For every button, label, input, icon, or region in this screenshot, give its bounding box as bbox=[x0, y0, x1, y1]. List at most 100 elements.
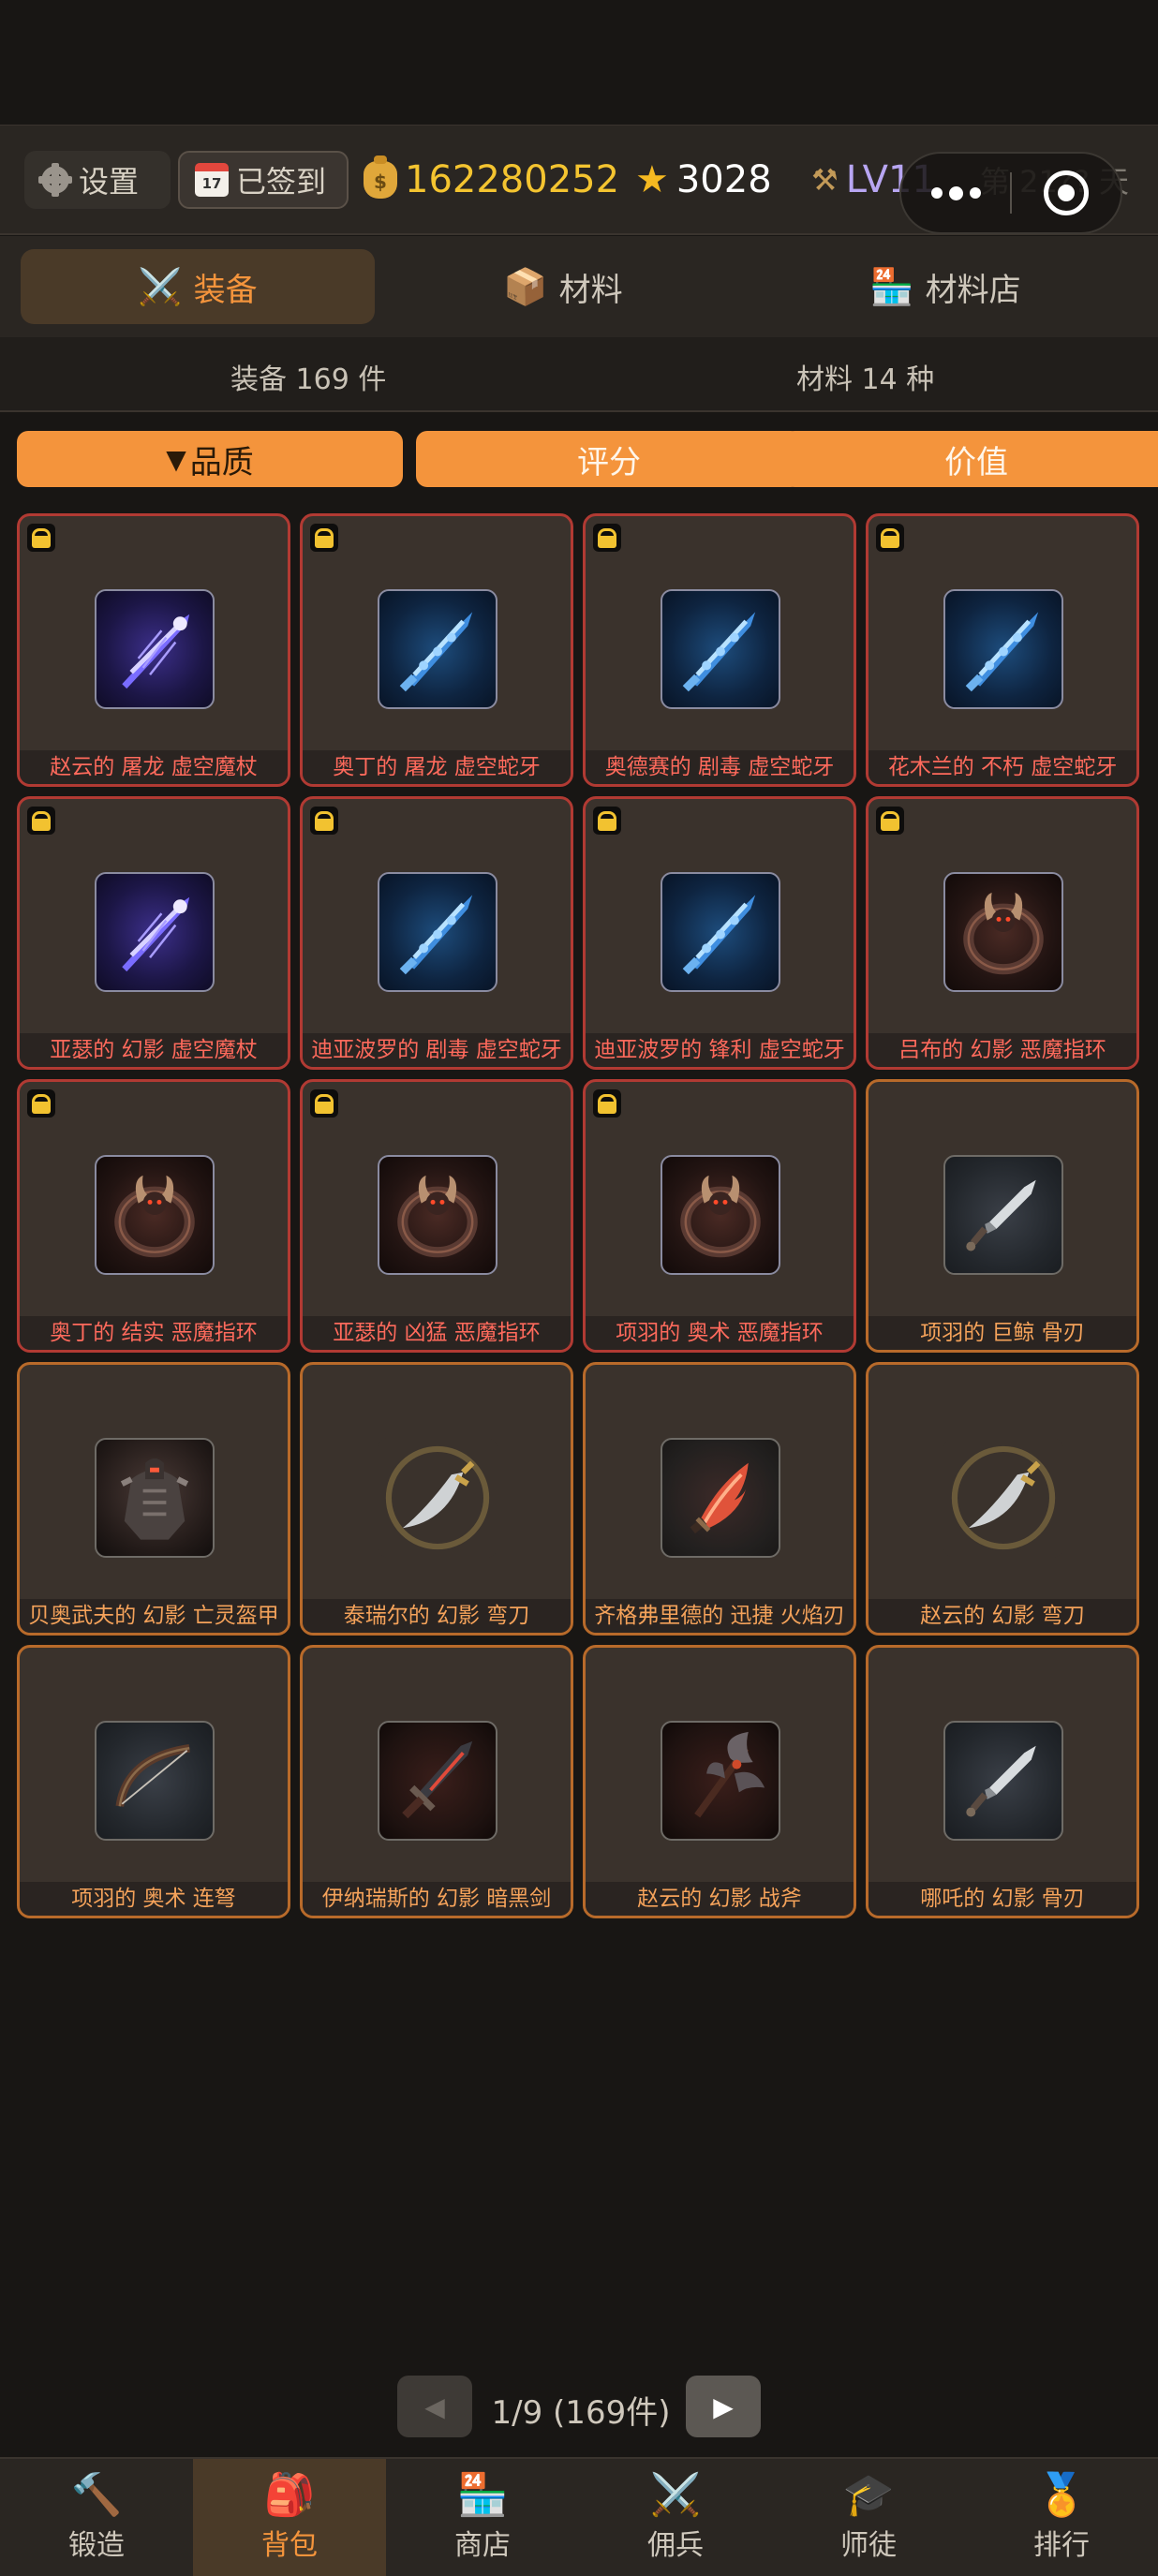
crossed-swords-icon: ⚔️ bbox=[649, 2470, 702, 2519]
category-tabs: ⚔️ 装备 📦 材料 🏪 材料店 bbox=[0, 236, 1158, 337]
nav-backpack[interactable]: 🎒 背包 bbox=[193, 2459, 386, 2576]
item-card[interactable]: 赵云的 屠龙 虚空魔杖 bbox=[17, 513, 290, 787]
item-card[interactable]: 项羽的 奥术 连弩 bbox=[17, 1645, 290, 1918]
close-circle-icon[interactable] bbox=[1012, 170, 1121, 215]
scimitar-icon bbox=[378, 1438, 497, 1558]
tab-materials-label: 材料 bbox=[558, 271, 623, 309]
item-name: 项羽的 奥术 恶魔指环 bbox=[586, 1316, 854, 1350]
settings-button[interactable]: 设置 bbox=[24, 151, 171, 209]
item-card[interactable]: 伊纳瑞斯的 幻影 暗黑剑 bbox=[300, 1645, 573, 1918]
prev-page-button[interactable]: ◀ bbox=[397, 2376, 472, 2437]
checkin-button[interactable]: 17 已签到 bbox=[178, 151, 349, 209]
lock-icon bbox=[593, 1089, 621, 1118]
sort-value-label: 价值 bbox=[944, 443, 1008, 481]
void-fang-icon bbox=[661, 872, 780, 992]
item-name: 迪亚波罗的 锋利 虚空蛇牙 bbox=[586, 1033, 854, 1067]
prev-arrow-icon: ◀ bbox=[424, 2391, 445, 2422]
nav-forge[interactable]: 🔨 锻造 bbox=[0, 2459, 193, 2576]
void-fang-icon bbox=[378, 589, 497, 709]
nav-forge-label: 锻造 bbox=[68, 2528, 125, 2562]
backpack-icon: 🎒 bbox=[263, 2470, 316, 2519]
lock-icon bbox=[27, 1089, 55, 1118]
medal-icon: 🏅 bbox=[1035, 2470, 1088, 2519]
next-arrow-icon: ▶ bbox=[713, 2391, 734, 2422]
battle-axe-icon bbox=[661, 1721, 780, 1841]
sort-score-label: 评分 bbox=[577, 443, 641, 481]
item-card[interactable]: 赵云的 幻影 战斧 bbox=[583, 1645, 856, 1918]
package-icon: 📦 bbox=[503, 265, 548, 307]
item-name: 项羽的 奥术 连弩 bbox=[20, 1882, 288, 1916]
item-card[interactable]: 吕布的 幻影 恶魔指环 bbox=[866, 796, 1139, 1070]
nav-ranking[interactable]: 🏅 排行 bbox=[965, 2459, 1158, 2576]
graduation-cap-icon: 🎓 bbox=[842, 2470, 895, 2519]
status-bar-area bbox=[0, 0, 1158, 125]
mini-program-capsule[interactable] bbox=[899, 152, 1122, 234]
nav-shop-label: 商店 bbox=[454, 2528, 511, 2562]
gear-icon bbox=[38, 163, 72, 197]
inventory-counts: 装备 169 件 材料 14 种 bbox=[0, 337, 1158, 412]
nav-backpack-label: 背包 bbox=[261, 2528, 318, 2562]
item-name: 项羽的 巨鲸 骨刃 bbox=[868, 1316, 1136, 1350]
item-name: 齐格弗里德的 迅捷 火焰刃 bbox=[586, 1599, 854, 1633]
nav-mercenary-label: 佣兵 bbox=[647, 2528, 704, 2562]
sort-score-button[interactable]: 评分 bbox=[416, 431, 802, 487]
void-staff-icon bbox=[95, 872, 215, 992]
item-name: 亚瑟的 凶猛 恶魔指环 bbox=[303, 1316, 571, 1350]
item-name: 赵云的 屠龙 虚空魔杖 bbox=[20, 750, 288, 784]
lock-icon bbox=[310, 524, 338, 552]
sort-value-button[interactable]: 价值 bbox=[783, 431, 1158, 487]
item-name: 亚瑟的 幻影 虚空魔杖 bbox=[20, 1033, 288, 1067]
next-page-button[interactable]: ▶ bbox=[686, 2376, 761, 2437]
money-bag-icon: $ bbox=[364, 155, 397, 199]
store-icon: 🏪 bbox=[456, 2470, 509, 2519]
item-name: 花木兰的 不朽 虚空蛇牙 bbox=[868, 750, 1136, 784]
more-icon[interactable] bbox=[901, 185, 1010, 200]
lock-icon bbox=[876, 524, 904, 552]
star-icon: ★ bbox=[635, 158, 669, 201]
item-card[interactable]: 项羽的 巨鲸 骨刃 bbox=[866, 1079, 1139, 1353]
checkin-label: 已签到 bbox=[236, 164, 327, 200]
equipment-count: 装备 169 件 bbox=[230, 363, 387, 396]
sort-quality-button[interactable]: ▼ 品质 bbox=[17, 431, 403, 487]
crossbow-icon bbox=[95, 1721, 215, 1841]
tab-equipment[interactable]: ⚔️ 装备 bbox=[21, 249, 375, 324]
demon-ring-icon bbox=[943, 872, 1063, 992]
tab-materials[interactable]: 📦 材料 bbox=[386, 249, 740, 324]
hammer-icon: 🔨 bbox=[70, 2470, 123, 2519]
coin-value: 162280252 bbox=[405, 158, 620, 201]
sort-quality-label: 品质 bbox=[189, 443, 254, 481]
lock-icon bbox=[27, 524, 55, 552]
item-card[interactable]: 迪亚波罗的 剧毒 虚空蛇牙 bbox=[300, 796, 573, 1070]
nav-shop[interactable]: 🏪 商店 bbox=[386, 2459, 579, 2576]
star-value: 3028 bbox=[676, 158, 772, 201]
bone-blade-icon bbox=[943, 1155, 1063, 1275]
lock-icon bbox=[310, 1089, 338, 1118]
item-card[interactable]: 亚瑟的 凶猛 恶魔指环 bbox=[300, 1079, 573, 1353]
item-card[interactable]: 赵云的 幻影 弯刀 bbox=[866, 1362, 1139, 1636]
item-name: 贝奥武夫的 幻影 亡灵盔甲 bbox=[20, 1599, 288, 1633]
lock-icon bbox=[593, 524, 621, 552]
item-card[interactable]: 奥丁的 结实 恶魔指环 bbox=[17, 1079, 290, 1353]
item-card[interactable]: 奥德赛的 剧毒 虚空蛇牙 bbox=[583, 513, 856, 787]
item-name: 赵云的 幻影 战斧 bbox=[586, 1882, 854, 1916]
void-fang-icon bbox=[378, 872, 497, 992]
item-card[interactable]: 奥丁的 屠龙 虚空蛇牙 bbox=[300, 513, 573, 787]
bone-blade-icon bbox=[943, 1721, 1063, 1841]
item-name: 奥丁的 屠龙 虚空蛇牙 bbox=[303, 750, 571, 784]
item-card[interactable]: 亚瑟的 幻影 虚空魔杖 bbox=[17, 796, 290, 1070]
nav-mentorship[interactable]: 🎓 师徒 bbox=[772, 2459, 965, 2576]
tab-material-shop[interactable]: 🏪 材料店 bbox=[768, 249, 1122, 324]
item-card[interactable]: 贝奥武夫的 幻影 亡灵盔甲 bbox=[17, 1362, 290, 1636]
item-card[interactable]: 哪吒的 幻影 骨刃 bbox=[866, 1645, 1139, 1918]
item-card[interactable]: 迪亚波罗的 锋利 虚空蛇牙 bbox=[583, 796, 856, 1070]
flame-blade-icon bbox=[661, 1438, 780, 1558]
item-name: 吕布的 幻影 恶魔指环 bbox=[868, 1033, 1136, 1067]
item-card[interactable]: 泰瑞尔的 幻影 弯刀 bbox=[300, 1362, 573, 1636]
item-name: 哪吒的 幻影 骨刃 bbox=[868, 1882, 1136, 1916]
item-card[interactable]: 项羽的 奥术 恶魔指环 bbox=[583, 1079, 856, 1353]
demon-ring-icon bbox=[661, 1155, 780, 1275]
item-card[interactable]: 花木兰的 不朽 虚空蛇牙 bbox=[866, 513, 1139, 787]
nav-mercenary[interactable]: ⚔️ 佣兵 bbox=[579, 2459, 772, 2576]
lock-icon bbox=[876, 807, 904, 835]
item-card[interactable]: 齐格弗里德的 迅捷 火焰刃 bbox=[583, 1362, 856, 1636]
